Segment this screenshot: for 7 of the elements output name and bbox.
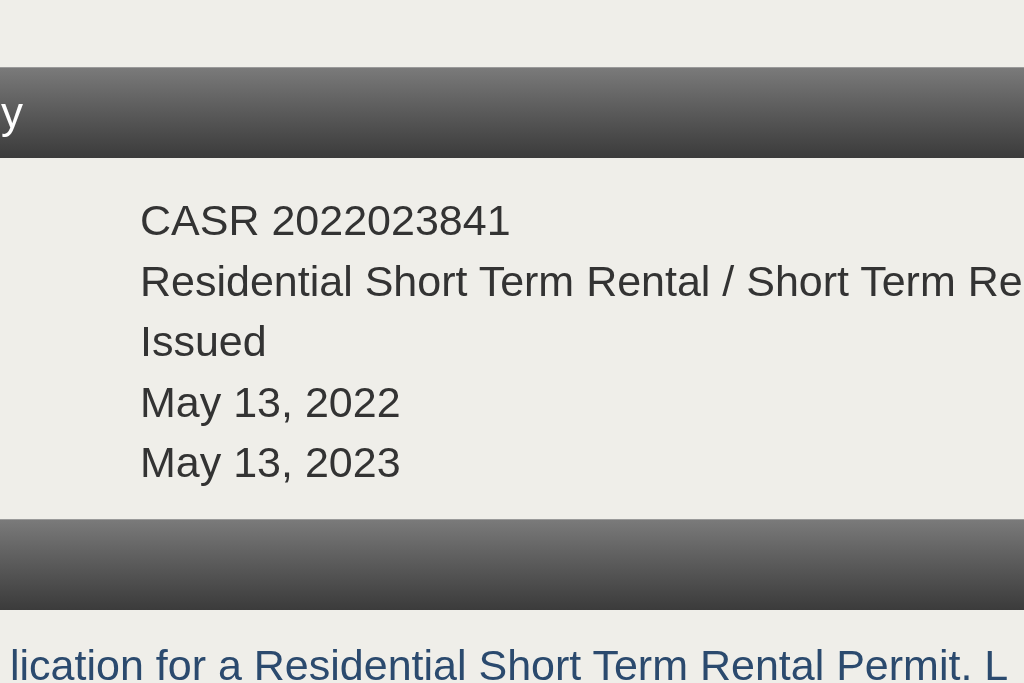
section-title: y xyxy=(0,91,23,135)
field-value: May 13, 2023 xyxy=(140,437,401,488)
field-value: May 13, 2022 xyxy=(140,376,401,428)
field-value: CASR 2022023841 xyxy=(140,195,511,246)
link[interactable]: lication for a Residential Short Term Rental Permit. L xyxy=(10,643,1009,683)
field-value: Residential Short Term Rental / Short Term Re xyxy=(140,255,1023,307)
field-value: Issued xyxy=(140,316,267,367)
